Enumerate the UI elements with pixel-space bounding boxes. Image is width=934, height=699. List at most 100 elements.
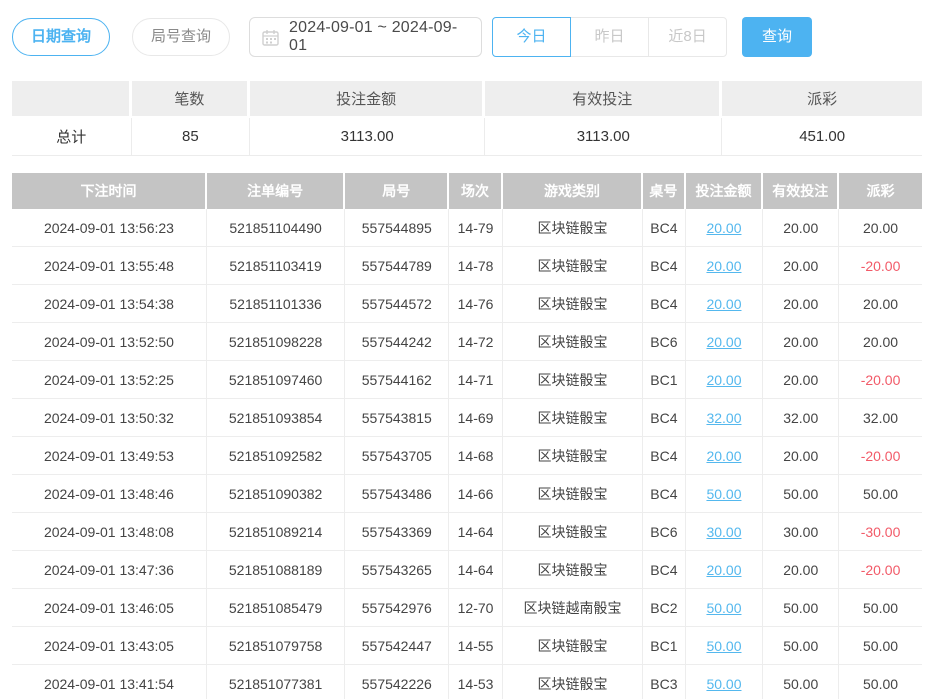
table-row: 2024-09-01 13:46:05 521851085479 5575429… bbox=[12, 589, 922, 627]
round-query-tab[interactable]: 局号查询 bbox=[132, 18, 230, 56]
query-toolbar: 日期查询 局号查询 2024-09-01 ~ 2024-09-01 今日 bbox=[12, 16, 922, 58]
cell-round-id: 557543815 bbox=[345, 399, 449, 437]
date-range-value: 2024-09-01 ~ 2024-09-01 bbox=[289, 19, 469, 55]
cell-bet-amount: 20.00 bbox=[686, 247, 764, 285]
cell-bet-time: 2024-09-01 13:52:50 bbox=[12, 323, 207, 361]
cell-bet-time: 2024-09-01 13:47:36 bbox=[12, 551, 207, 589]
cell-bet-id: 521851092582 bbox=[207, 437, 345, 475]
cell-table-no: BC4 bbox=[643, 475, 685, 513]
cell-payout: 50.00 bbox=[839, 665, 922, 699]
bet-amount-link[interactable]: 20.00 bbox=[706, 296, 741, 312]
cell-game-type: 区块链骰宝 bbox=[503, 285, 643, 323]
bet-amount-link[interactable]: 30.00 bbox=[706, 524, 741, 540]
header-table-no: 桌号 bbox=[643, 173, 685, 209]
cell-game-type: 区块链骰宝 bbox=[503, 513, 643, 551]
table-row: 2024-09-01 13:48:46 521851090382 5575434… bbox=[12, 475, 922, 513]
cell-payout: 32.00 bbox=[839, 399, 922, 437]
bet-amount-link[interactable]: 20.00 bbox=[706, 334, 741, 350]
header-round-id: 局号 bbox=[345, 173, 449, 209]
cell-session: 14-76 bbox=[449, 285, 503, 323]
bet-amount-link[interactable]: 32.00 bbox=[706, 410, 741, 426]
cell-bet-amount: 20.00 bbox=[686, 551, 764, 589]
cell-game-type: 区块链骰宝 bbox=[503, 361, 643, 399]
cell-table-no: BC4 bbox=[643, 247, 685, 285]
cell-valid-bet: 20.00 bbox=[763, 209, 839, 247]
bet-amount-link[interactable]: 20.00 bbox=[706, 220, 741, 236]
header-bet-time: 下注时间 bbox=[12, 173, 207, 209]
cell-game-type: 区块链骰宝 bbox=[503, 627, 643, 665]
bet-records-page: 日期查询 局号查询 2024-09-01 ~ 2024-09-01 今日 bbox=[0, 16, 934, 699]
header-bet-amount: 投注金额 bbox=[686, 173, 764, 209]
search-button[interactable]: 查询 bbox=[742, 17, 812, 57]
summary-header-count: 笔数 bbox=[132, 81, 251, 118]
cell-bet-id: 521851077381 bbox=[207, 665, 345, 699]
bet-amount-link[interactable]: 50.00 bbox=[706, 600, 741, 616]
cell-table-no: BC4 bbox=[643, 285, 685, 323]
summary-total-row: 总计 85 3113.00 3113.00 451.00 bbox=[12, 118, 922, 156]
summary-header-row: 笔数 投注金额 有效投注 派彩 bbox=[12, 81, 922, 118]
cell-bet-amount: 50.00 bbox=[686, 665, 764, 699]
cell-bet-amount: 50.00 bbox=[686, 627, 764, 665]
table-row: 2024-09-01 13:54:38 521851101336 5575445… bbox=[12, 285, 922, 323]
cell-payout: 50.00 bbox=[839, 627, 922, 665]
cell-payout: 50.00 bbox=[839, 475, 922, 513]
bet-amount-link[interactable]: 20.00 bbox=[706, 372, 741, 388]
cell-bet-amount: 20.00 bbox=[686, 285, 764, 323]
cell-payout: 20.00 bbox=[839, 323, 922, 361]
cell-round-id: 557543265 bbox=[345, 551, 449, 589]
cell-game-type: 区块链骰宝 bbox=[503, 323, 643, 361]
cell-valid-bet: 20.00 bbox=[763, 437, 839, 475]
cell-game-type: 区块链骰宝 bbox=[503, 247, 643, 285]
cell-payout: -20.00 bbox=[839, 361, 922, 399]
cell-session: 14-71 bbox=[449, 361, 503, 399]
cell-round-id: 557544895 bbox=[345, 209, 449, 247]
cell-bet-amount: 20.00 bbox=[686, 323, 764, 361]
cell-payout: 50.00 bbox=[839, 589, 922, 627]
cell-game-type: 区块链骰宝 bbox=[503, 665, 643, 699]
cell-bet-id: 521851088189 bbox=[207, 551, 345, 589]
cell-bet-time: 2024-09-01 13:49:53 bbox=[12, 437, 207, 475]
cell-session: 14-72 bbox=[449, 323, 503, 361]
yesterday-button[interactable]: 昨日 bbox=[570, 17, 649, 57]
cell-valid-bet: 20.00 bbox=[763, 323, 839, 361]
cell-bet-id: 521851085479 bbox=[207, 589, 345, 627]
bet-amount-link[interactable]: 50.00 bbox=[706, 676, 741, 692]
cell-round-id: 557544242 bbox=[345, 323, 449, 361]
cell-round-id: 557543705 bbox=[345, 437, 449, 475]
bet-amount-link[interactable]: 20.00 bbox=[706, 448, 741, 464]
cell-round-id: 557544162 bbox=[345, 361, 449, 399]
cell-session: 14-79 bbox=[449, 209, 503, 247]
bet-table-header-row: 下注时间 注单编号 局号 场次 游戏类别 桌号 投注金额 有效投注 派彩 bbox=[12, 173, 922, 209]
cell-valid-bet: 50.00 bbox=[763, 475, 839, 513]
bet-amount-link[interactable]: 50.00 bbox=[706, 486, 741, 502]
cell-round-id: 557543369 bbox=[345, 513, 449, 551]
table-row: 2024-09-01 13:52:50 521851098228 5575442… bbox=[12, 323, 922, 361]
last-8-days-button[interactable]: 近8日 bbox=[648, 17, 727, 57]
cell-bet-id: 521851104490 bbox=[207, 209, 345, 247]
cell-game-type: 区块链骰宝 bbox=[503, 399, 643, 437]
cell-bet-amount: 32.00 bbox=[686, 399, 764, 437]
cell-round-id: 557543486 bbox=[345, 475, 449, 513]
cell-bet-id: 521851090382 bbox=[207, 475, 345, 513]
cell-bet-time: 2024-09-01 13:56:23 bbox=[12, 209, 207, 247]
cell-valid-bet: 20.00 bbox=[763, 247, 839, 285]
cell-valid-bet: 32.00 bbox=[763, 399, 839, 437]
cell-game-type: 区块链骰宝 bbox=[503, 475, 643, 513]
bet-amount-link[interactable]: 20.00 bbox=[706, 258, 741, 274]
date-range-input[interactable]: 2024-09-01 ~ 2024-09-01 bbox=[249, 17, 482, 57]
cell-table-no: BC1 bbox=[643, 627, 685, 665]
cell-round-id: 557544789 bbox=[345, 247, 449, 285]
table-row: 2024-09-01 13:48:08 521851089214 5575433… bbox=[12, 513, 922, 551]
cell-table-no: BC4 bbox=[643, 399, 685, 437]
cell-bet-time: 2024-09-01 13:54:38 bbox=[12, 285, 207, 323]
today-button[interactable]: 今日 bbox=[492, 17, 571, 57]
summary-total-bet-amount: 3113.00 bbox=[250, 118, 485, 156]
bet-amount-link[interactable]: 50.00 bbox=[706, 638, 741, 654]
cell-game-type: 区块链骰宝 bbox=[503, 551, 643, 589]
cell-session: 14-69 bbox=[449, 399, 503, 437]
cell-valid-bet: 20.00 bbox=[763, 361, 839, 399]
cell-bet-id: 521851089214 bbox=[207, 513, 345, 551]
date-query-tab[interactable]: 日期查询 bbox=[12, 18, 110, 56]
cell-bet-time: 2024-09-01 13:48:08 bbox=[12, 513, 207, 551]
bet-amount-link[interactable]: 20.00 bbox=[706, 562, 741, 578]
